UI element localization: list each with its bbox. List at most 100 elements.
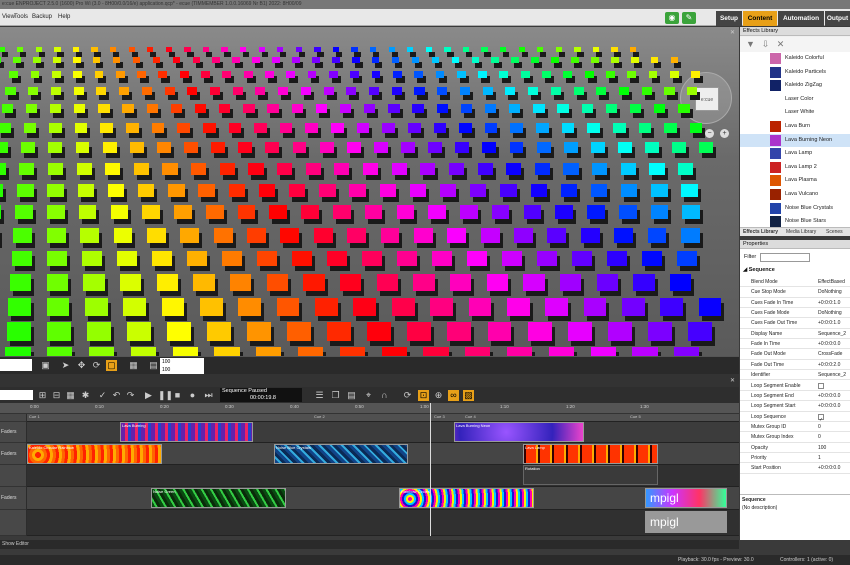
library-item[interactable]: Noise Blue Stars	[740, 215, 850, 227]
image-icon[interactable]: ▨	[463, 390, 474, 401]
undo-icon[interactable]: ↶	[111, 390, 122, 401]
property-row[interactable]: Priority 1	[740, 453, 850, 464]
cue-label[interactable]: Cue 5	[630, 414, 641, 419]
property-row[interactable]: Cues Fade Mode DoNothing	[740, 308, 850, 319]
track-lane[interactable]: Rotation	[27, 465, 739, 487]
library-item[interactable]: Kaleido Particels	[740, 66, 850, 80]
timeline-clip[interactable]: Lava Burning	[120, 422, 253, 442]
property-value[interactable]: +0:0:0:1.0	[818, 298, 840, 308]
pause-icon[interactable]: ❚❚	[158, 390, 173, 401]
cue-lane[interactable]: Cue 1 Cue 2 Cue 3 Cue 4 Cue 5	[27, 414, 739, 422]
library-item[interactable]: Kaleido Colorful	[740, 52, 850, 66]
timeline-clip[interactable]: mpigl	[645, 511, 727, 533]
vp-value-1[interactable]: 100	[160, 358, 204, 366]
tab-scenes[interactable]: Scenes	[826, 228, 843, 237]
property-value[interactable]: EffectBased	[818, 277, 845, 287]
timeline-clip[interactable]: Noise Blue Crystals	[274, 444, 408, 464]
track-label[interactable]: Faders	[0, 422, 26, 443]
track-label[interactable]	[0, 510, 26, 536]
tab-automation[interactable]: Automation	[778, 11, 824, 26]
property-row[interactable]: Cue Stop Mode DoNothing	[740, 287, 850, 298]
copy-icon[interactable]: ❐	[330, 390, 341, 401]
snap-icon[interactable]: ⌖	[363, 390, 374, 401]
delete-icon[interactable]: ✕	[775, 39, 786, 50]
play-icon[interactable]: ▶	[143, 390, 154, 401]
property-row[interactable]: Mutex Group Index 0	[740, 432, 850, 443]
property-value[interactable]: +0:0:0:0.0	[818, 401, 840, 411]
timeline-clip[interactable]: Lava Burning Neon	[454, 422, 584, 442]
property-value[interactable]: Sequence_2	[818, 329, 846, 339]
check-icon[interactable]: ✓	[97, 390, 108, 401]
timeline-clip[interactable]: Rainbow Circles	[399, 488, 534, 508]
property-row[interactable]: Display Name Sequence_2	[740, 329, 850, 340]
property-row[interactable]: Loop Segment End +0:0:0:0.0	[740, 391, 850, 402]
playhead[interactable]	[430, 403, 431, 536]
track-label[interactable]: Faders	[0, 443, 26, 465]
tab-setup[interactable]: Setup	[716, 11, 742, 26]
track-lane[interactable]: Lava Burning Lava Burning Neon	[27, 422, 739, 443]
property-row[interactable]: Blend Mode EffectBased	[740, 277, 850, 288]
layer-icon[interactable]: ▤	[148, 360, 159, 371]
highlight-icon[interactable]: ▢	[106, 360, 117, 371]
library-item[interactable]: Lava Vulcano	[740, 188, 850, 202]
track-label[interactable]: Faders	[0, 487, 26, 510]
vp-value-2[interactable]: 100	[160, 366, 204, 374]
cue-label[interactable]: Cue 1	[29, 414, 40, 419]
property-value[interactable]: +0:0:0:0.0	[818, 463, 840, 473]
timeline-clip[interactable]: Noise Green	[151, 488, 286, 508]
property-value[interactable]: 0	[818, 422, 821, 432]
tool-icon[interactable]: ✎	[682, 12, 696, 24]
property-row[interactable]: Start Position +0:0:0:0.0	[740, 463, 850, 474]
property-row[interactable]: Mutex Group ID 0	[740, 422, 850, 433]
close-icon[interactable]: ✕	[730, 377, 735, 384]
timeline-clip[interactable]: Lava Lamp	[523, 444, 658, 464]
remove-icon[interactable]: ⊟	[51, 390, 62, 401]
vp-field[interactable]	[0, 359, 32, 371]
tab-output[interactable]: Output	[825, 11, 850, 26]
track-lane[interactable]: Kaleido Circular Rainbow Noise Blue Crys…	[27, 443, 739, 465]
property-row[interactable]: Fade In Time +0:0:0:0.0	[740, 339, 850, 350]
library-item[interactable]: Laser Color	[740, 93, 850, 107]
property-value[interactable]: CrossFade	[818, 349, 842, 359]
library-item[interactable]: Noise Blue Crystals	[740, 202, 850, 216]
paste-icon[interactable]: ▤	[346, 390, 357, 401]
eye-icon[interactable]: ◉	[665, 12, 679, 24]
next-icon[interactable]: ⏭	[203, 390, 214, 401]
property-value[interactable]: 100	[818, 443, 826, 453]
library-item[interactable]: Laser White	[740, 106, 850, 120]
property-value[interactable]: +0:0:0:2.0	[818, 360, 840, 370]
property-value[interactable]: +0:0:0:0.0	[818, 339, 840, 349]
library-item[interactable]: Lava Burning Neon	[740, 133, 850, 148]
select-icon[interactable]: ▣	[40, 360, 51, 371]
zoom-out-icon[interactable]: −	[705, 129, 714, 138]
property-row[interactable]: Loop Sequence ✓	[740, 412, 850, 423]
zoom-icon[interactable]: ⊕	[433, 390, 444, 401]
property-value[interactable]: 0	[818, 432, 821, 442]
record-icon[interactable]: ●	[187, 390, 198, 401]
menu-help[interactable]: Help	[58, 9, 70, 26]
property-checkbox[interactable]	[818, 382, 824, 389]
property-row[interactable]: Identifier Sequence_2	[740, 370, 850, 381]
timeline-clip[interactable]: Kaleido Circular Rainbow	[27, 444, 162, 464]
move-icon[interactable]: ✥	[76, 360, 87, 371]
property-value[interactable]: +0:0:0:0.0	[818, 391, 840, 401]
zoom-in-icon[interactable]: +	[720, 129, 729, 138]
navigation-cube[interactable]: e:cue	[680, 72, 732, 124]
close-icon[interactable]: ✕	[730, 29, 735, 36]
property-value[interactable]: DoNothing	[818, 287, 842, 297]
arrow-icon[interactable]: ➤	[60, 360, 71, 371]
gear-icon[interactable]: ✱	[80, 390, 91, 401]
property-row[interactable]: Fade Out Time +0:0:0:2.0	[740, 360, 850, 371]
grid-icon[interactable]: ▦	[65, 390, 76, 401]
property-row[interactable]: Loop Segment Enable	[740, 381, 850, 391]
track-lane[interactable]: mpigl	[27, 510, 739, 536]
loop-icon[interactable]: ⟳	[402, 390, 413, 401]
section-header[interactable]: ◢ Sequence	[740, 267, 850, 276]
library-item[interactable]: Lava Lamp 2	[740, 161, 850, 175]
timeline-clip[interactable]: Rotation	[523, 465, 658, 485]
grid-icon[interactable]: ▦	[128, 360, 139, 371]
list-icon[interactable]: ☰	[314, 390, 325, 401]
tab-effects-library[interactable]: Effects Library	[743, 228, 778, 237]
property-value[interactable]: DoNothing	[818, 308, 842, 318]
cue-label[interactable]: Cue 4	[465, 414, 476, 419]
